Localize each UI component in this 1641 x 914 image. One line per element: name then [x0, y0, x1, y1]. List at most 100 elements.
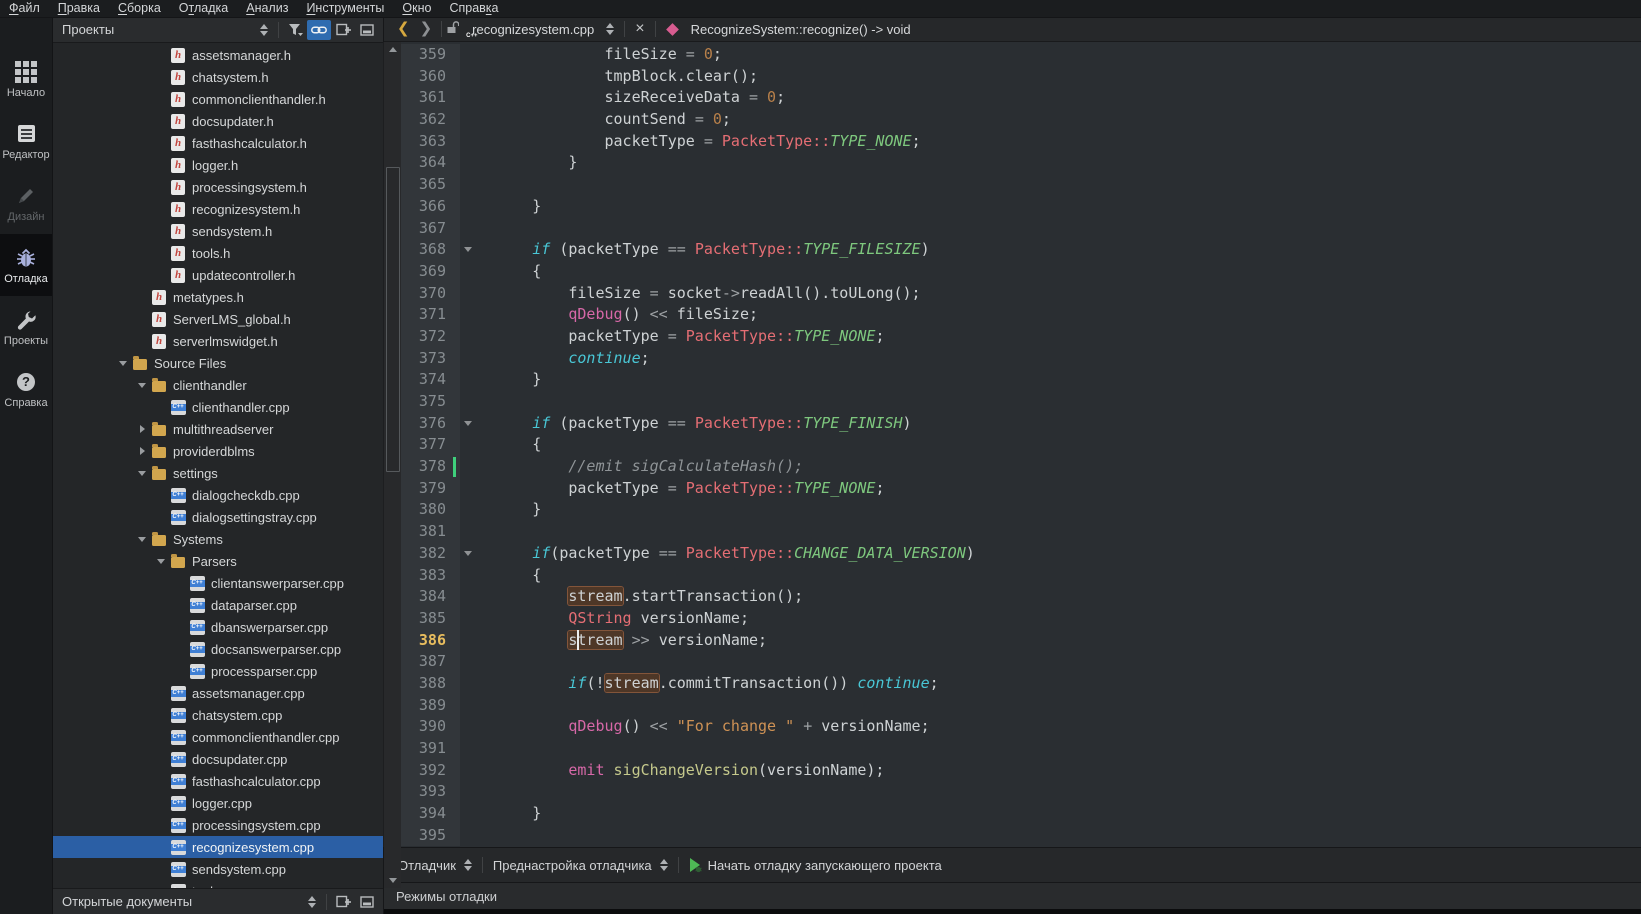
tree-item[interactable]: docsupdater.cpp — [52, 748, 383, 770]
tree-item[interactable]: hserverlmswidget.h — [52, 330, 383, 352]
line-number[interactable]: 388 — [401, 673, 460, 695]
code-line[interactable]: 393 — [401, 781, 1641, 803]
tree-item[interactable]: hdocsupdater.h — [52, 110, 383, 132]
code-line[interactable]: 390 qDebug() << "For change " + versionN… — [401, 716, 1641, 738]
filter-funnel-icon[interactable] — [283, 20, 307, 40]
line-number[interactable]: 378 — [401, 456, 460, 478]
tree-item[interactable]: providerdblms — [52, 440, 383, 462]
line-number[interactable]: 386 — [401, 630, 460, 652]
code-line[interactable]: 363 packetType = PacketType::TYPE_NONE; — [401, 131, 1641, 153]
tree-item[interactable]: hsendsystem.h — [52, 220, 383, 242]
code-editor[interactable]: 359 fileSize = 0;360 tmpBlock.clear();36… — [401, 42, 1641, 849]
preset-select-updown-icon[interactable] — [660, 859, 668, 871]
line-number[interactable]: 372 — [401, 326, 460, 348]
menu-item[interactable]: Окно — [393, 0, 440, 17]
code-line[interactable]: 373 continue; — [401, 348, 1641, 370]
navigate-back-icon[interactable]: ❮ — [397, 19, 410, 39]
tree-item[interactable]: hlogger.h — [52, 154, 383, 176]
chevron-down-icon[interactable] — [153, 559, 169, 564]
code-line[interactable]: 374 } — [401, 369, 1641, 391]
navigate-forward-icon[interactable]: ❯ — [420, 19, 433, 39]
menu-item[interactable]: Анализ — [237, 0, 297, 17]
tree-item[interactable]: logger.cpp — [52, 792, 383, 814]
code-line[interactable]: 388 if(!stream.commitTransaction()) cont… — [401, 673, 1641, 695]
code-line[interactable]: 392 emit sigChangeVersion(versionName); — [401, 760, 1641, 782]
tree-item[interactable]: hassetsmanager.h — [52, 44, 383, 66]
mode-debug-bug[interactable]: Отладка — [0, 234, 52, 296]
close-document-icon[interactable]: × — [635, 21, 644, 37]
line-number[interactable]: 389 — [401, 695, 460, 717]
code-line[interactable]: 387 — [401, 651, 1641, 673]
tree-item[interactable]: chatsystem.cpp — [52, 704, 383, 726]
code-line[interactable]: 368 if (packetType == PacketType::TYPE_F… — [401, 239, 1641, 261]
code-line[interactable]: 379 packetType = PacketType::TYPE_NONE; — [401, 478, 1641, 500]
code-line[interactable]: 383 { — [401, 565, 1641, 587]
line-number[interactable]: 370 — [401, 283, 460, 305]
chevron-down-icon[interactable] — [134, 537, 150, 542]
mode-welcome-grid[interactable]: Начало — [0, 48, 52, 110]
tree-item[interactable]: hmetatypes.h — [52, 286, 383, 308]
fold-arrow-icon[interactable] — [464, 551, 472, 556]
menu-item[interactable]: Файл — [0, 0, 49, 17]
menu-item[interactable]: Сборка — [109, 0, 170, 17]
tree-item[interactable]: clientanswerparser.cpp — [52, 572, 383, 594]
scroll-up-icon[interactable] — [384, 43, 402, 56]
code-line[interactable]: 371 qDebug() << fileSize; — [401, 304, 1641, 326]
menu-item[interactable]: Отладка — [170, 0, 237, 17]
line-number[interactable]: 377 — [401, 434, 460, 456]
tree-item[interactable]: multithreadserver — [52, 418, 383, 440]
split-panel-icon[interactable] — [331, 892, 355, 912]
line-number[interactable]: 391 — [401, 738, 460, 760]
code-line[interactable]: 375 — [401, 391, 1641, 413]
code-line[interactable]: 386 stream >> versionName; — [401, 630, 1641, 652]
chevron-down-icon[interactable] — [115, 361, 131, 366]
chevron-down-icon[interactable] — [134, 383, 150, 388]
code-line[interactable]: 382 if(packetType == PacketType::CHANGE_… — [401, 543, 1641, 565]
code-line[interactable]: 380 } — [401, 499, 1641, 521]
line-number[interactable]: 381 — [401, 521, 460, 543]
document-selector-updown-icon[interactable] — [606, 23, 614, 35]
code-line[interactable]: 384 stream.startTransaction(); — [401, 586, 1641, 608]
tree-item[interactable]: assetsmanager.cpp — [52, 682, 383, 704]
tree-item[interactable]: Parsers — [52, 550, 383, 572]
line-number[interactable]: 362 — [401, 109, 460, 131]
panel-selector-updown-icon[interactable] — [308, 896, 316, 908]
code-line[interactable]: 365 — [401, 174, 1641, 196]
code-line[interactable]: 366 } — [401, 196, 1641, 218]
tree-item[interactable]: clienthandler — [52, 374, 383, 396]
start-debug-icon[interactable] — [687, 857, 703, 873]
close-panel-icon[interactable] — [355, 20, 379, 40]
line-number[interactable]: 393 — [401, 781, 460, 803]
code-line[interactable]: 394 } — [401, 803, 1641, 825]
line-number[interactable]: 390 — [401, 716, 460, 738]
tree-item[interactable]: hcommonclienthandler.h — [52, 88, 383, 110]
scrollbar-thumb[interactable] — [386, 167, 400, 472]
tree-item[interactable]: hupdatecontroller.h — [52, 264, 383, 286]
code-line[interactable]: 376 if (packetType == PacketType::TYPE_F… — [401, 413, 1641, 435]
code-line[interactable]: 385 QString versionName; — [401, 608, 1641, 630]
code-line[interactable]: 361 sizeReceiveData = 0; — [401, 87, 1641, 109]
line-number[interactable]: 392 — [401, 760, 460, 782]
current-symbol-label[interactable]: RecognizeSystem::recognize() -> void — [691, 22, 911, 37]
projects-panel-title[interactable]: Проекты — [52, 22, 254, 37]
scroll-down-icon[interactable] — [384, 874, 402, 887]
line-number[interactable]: 365 — [401, 174, 460, 196]
tree-item[interactable]: recognizesystem.cpp — [52, 836, 383, 858]
debugger-preset-select[interactable]: Преднастройка отладчика — [487, 858, 654, 873]
tree-item[interactable]: hprocessingsystem.h — [52, 176, 383, 198]
line-number[interactable]: 380 — [401, 499, 460, 521]
chevron-right-icon[interactable] — [134, 447, 150, 455]
code-line[interactable]: 369 { — [401, 261, 1641, 283]
line-number[interactable]: 375 — [401, 391, 460, 413]
line-number[interactable]: 369 — [401, 261, 460, 283]
tree-item[interactable]: commonclienthandler.cpp — [52, 726, 383, 748]
tree-item[interactable]: dataparser.cpp — [52, 594, 383, 616]
tree-item[interactable]: Source Files — [52, 352, 383, 374]
tree-item[interactable]: dialogcheckdb.cpp — [52, 484, 383, 506]
tree-item[interactable]: clienthandler.cpp — [52, 396, 383, 418]
tree-item[interactable]: hfasthashcalculator.h — [52, 132, 383, 154]
tree-item[interactable]: fasthashcalculator.cpp — [52, 770, 383, 792]
tree-item[interactable]: hchatsystem.h — [52, 66, 383, 88]
panel-selector-updown-icon[interactable] — [260, 24, 268, 36]
tree-item[interactable]: htools.h — [52, 242, 383, 264]
